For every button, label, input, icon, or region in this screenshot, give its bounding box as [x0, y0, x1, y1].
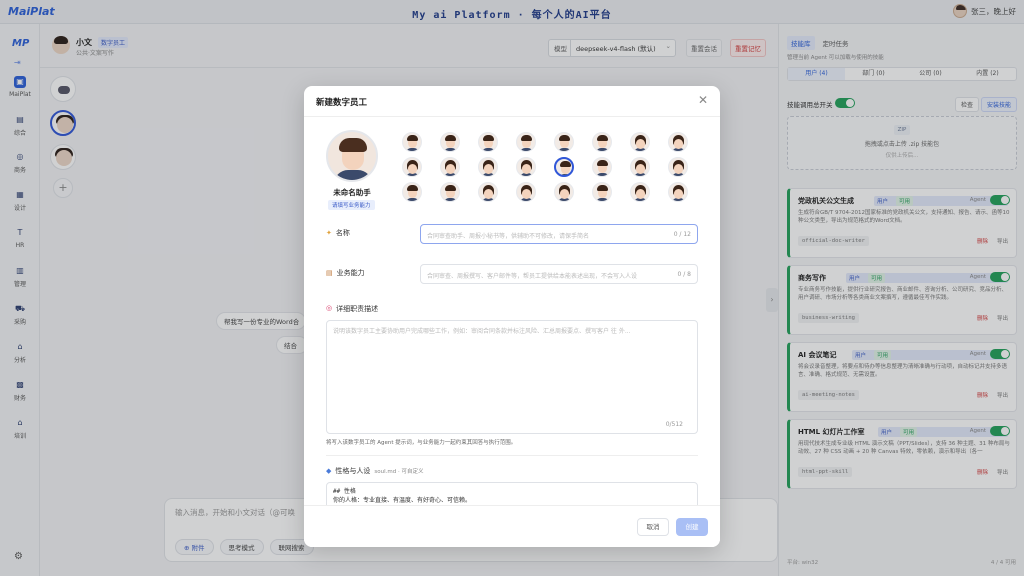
name-label: 名称 [335, 229, 350, 237]
target-icon: ◎ [326, 304, 333, 312]
avatar-body [596, 198, 609, 201]
modal-title: 新建数字员工 [316, 98, 368, 108]
description-field-label: ◎ 详细职责描述 [326, 304, 378, 314]
persona-label: 性格与人设 [335, 467, 371, 475]
avatar-hair [407, 185, 418, 191]
create-button[interactable]: 创建 [676, 518, 708, 536]
new-agent-modal: 新建数字员工 ✕ 未命名助手 请填写业务能力 ✦ 名称 合同审查助手、周报小秘书… [304, 86, 720, 547]
avatar-face [408, 164, 417, 174]
avatar-option[interactable] [630, 132, 650, 152]
avatar-option[interactable] [592, 157, 612, 177]
avatar-option[interactable] [516, 157, 536, 177]
divider [326, 455, 698, 456]
avatar-face [560, 189, 569, 199]
avatar-hair [597, 160, 608, 166]
avatar-body [558, 148, 571, 151]
avatar-body [406, 148, 419, 151]
ability-label: 业务能力 [336, 269, 365, 277]
avatar-body [444, 148, 457, 151]
default-agent-name: 未命名助手 [333, 188, 371, 197]
avatar-hair [339, 138, 367, 152]
ability-field-label: ▤ 业务能力 [326, 268, 365, 278]
avatar-body [444, 198, 457, 201]
avatar-body [596, 173, 609, 176]
avatar-hair [597, 135, 608, 141]
avatar-option[interactable] [478, 157, 498, 177]
description-char-count: 0/512 [665, 421, 683, 428]
avatar-picker [402, 132, 698, 202]
avatar-hair [445, 135, 456, 141]
avatar-option[interactable] [516, 132, 536, 152]
avatar-hair [597, 185, 608, 191]
avatar-face [674, 139, 683, 149]
avatar-option[interactable] [402, 182, 422, 202]
default-agent-tag: 请填写业务能力 [328, 200, 375, 210]
avatar-body [520, 148, 533, 151]
avatar-face [522, 189, 531, 199]
avatar-option[interactable] [402, 132, 422, 152]
avatar-body [596, 148, 609, 151]
avatar-option[interactable] [440, 157, 460, 177]
avatar-face [636, 139, 645, 149]
avatar-hair [560, 161, 571, 167]
name-char-count: 0 / 12 [670, 231, 691, 238]
avatar-option-selected[interactable] [554, 157, 574, 177]
avatar-option[interactable] [440, 132, 460, 152]
avatar-hair [445, 185, 456, 191]
avatar-face [636, 164, 645, 174]
avatar-body [334, 170, 372, 180]
avatar-hair [483, 135, 494, 141]
avatar-option[interactable] [440, 182, 460, 202]
avatar-body [482, 148, 495, 151]
avatar-option[interactable] [592, 182, 612, 202]
description-textarea[interactable]: 说明该数字员工主要协助用户完成哪些工作，例如：审阅合同条款并标注风险、汇总周报要… [326, 320, 698, 434]
persona-line: ## 性格 [333, 488, 356, 495]
avatar-option[interactable] [554, 182, 574, 202]
name-input[interactable]: 合同审查助手、周报小秘书等，供辅助不可修改，请保手简名 0 / 12 [420, 224, 698, 244]
avatar-face [446, 164, 455, 174]
modal-footer: 取消 创建 [304, 505, 720, 547]
name-placeholder: 合同审查助手、周报小秘书等，供辅助不可修改，请保手简名 [427, 233, 590, 240]
avatar-face [674, 189, 683, 199]
description-placeholder: 说明该数字员工主要协助用户完成哪些工作，例如：审阅合同条款并标注风险、汇总周报要… [333, 328, 631, 335]
avatar-face [522, 164, 531, 174]
ability-input[interactable]: 合同审查、周报撰写、客户邮件等，帮员工提供给本能表述出现，不会写入人设 0 / … [420, 264, 698, 284]
avatar-option[interactable] [402, 157, 422, 177]
avatar-option[interactable] [630, 182, 650, 202]
avatar-option[interactable] [478, 182, 498, 202]
name-field-label: ✦ 名称 [326, 228, 350, 238]
avatar-face [484, 164, 493, 174]
sparkle-icon: ✦ [326, 229, 332, 237]
avatar-body [406, 198, 419, 201]
avatar-option[interactable] [630, 157, 650, 177]
avatar-hair [521, 135, 532, 141]
clipboard-icon: ▤ [326, 269, 333, 277]
persona-meta: soul.md · 可自定义 [374, 469, 424, 475]
description-label: 详细职责描述 [336, 305, 379, 313]
cancel-button[interactable]: 取消 [637, 518, 669, 536]
avatar-body [559, 174, 572, 175]
avatar-option[interactable] [668, 157, 688, 177]
divider [304, 116, 720, 117]
avatar-face [636, 189, 645, 199]
ability-char-count: 0 / 8 [674, 271, 691, 278]
selected-avatar [326, 130, 378, 182]
close-icon[interactable]: ✕ [698, 93, 708, 107]
avatar-option[interactable] [516, 182, 536, 202]
avatar-hair [559, 135, 570, 141]
persona-icon: ◆ [326, 467, 332, 475]
avatar-option[interactable] [668, 132, 688, 152]
avatar-option[interactable] [554, 132, 574, 152]
avatar-hair [407, 135, 418, 141]
description-hint: 将写入该数字员工的 Agent 提示词，与业务能力一起约束其回答与执行范围。 [326, 440, 517, 446]
persona-field-label: ◆ 性格与人设 soul.md · 可自定义 [326, 466, 423, 476]
avatar-face [674, 164, 683, 174]
persona-line: 你的人格：专业直接、有温度、有好奇心、可信赖。 [333, 497, 472, 504]
avatar-option[interactable] [592, 132, 612, 152]
ability-placeholder: 合同审查、周报撰写、客户邮件等，帮员工提供给本能表述出现，不会写入人设 [427, 273, 638, 280]
avatar-option[interactable] [668, 182, 688, 202]
avatar-option[interactable] [478, 132, 498, 152]
avatar-face [484, 189, 493, 199]
